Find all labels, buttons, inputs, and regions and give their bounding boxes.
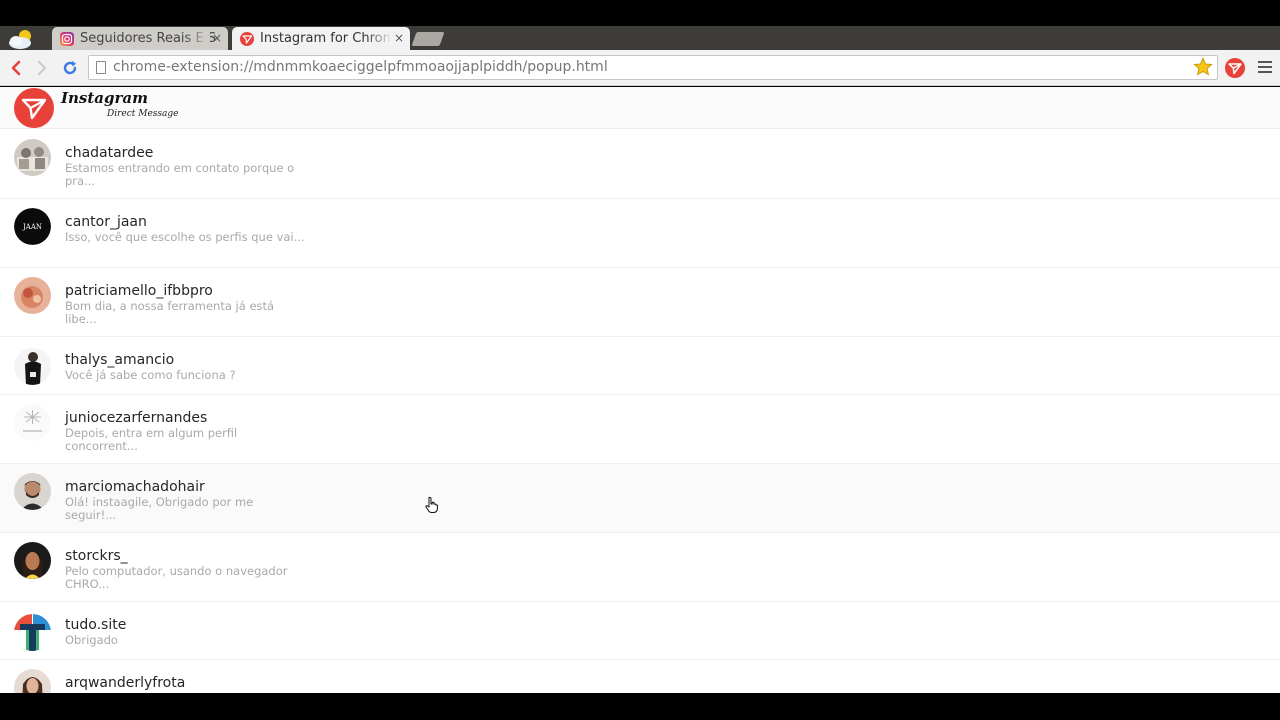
page-icon	[96, 61, 106, 74]
conversation-username: arqwanderlyfrota	[65, 675, 186, 691]
avatar	[14, 348, 51, 385]
extension-popup: Instagram Direct Message chadatardee Est…	[0, 87, 1280, 693]
conversation-item[interactable]: juniocezarfernandes Depois, entra em alg…	[0, 395, 1280, 464]
conversation-username: storckrs_	[65, 548, 128, 564]
back-icon[interactable]	[6, 58, 26, 78]
conversation-item[interactable]: storckrs_ Pelo computador, usando o nave…	[0, 533, 1280, 602]
avatar	[14, 542, 51, 579]
weather-icon[interactable]	[8, 28, 36, 50]
avatar: JAAN	[14, 208, 51, 245]
avatar	[14, 139, 51, 176]
close-icon[interactable]: ×	[212, 27, 222, 50]
conversation-item[interactable]: marciomachadohair Olá! instaagile, Obrig…	[0, 464, 1280, 533]
tab-instagram-for-chrome[interactable]: Instagram for Chron ×	[232, 27, 410, 50]
conversation-preview: Bom dia, a nossa ferramenta já está libe…	[65, 299, 275, 326]
conversation-item[interactable]: patriciamello_ifbbpro Bom dia, a nossa f…	[0, 268, 1280, 337]
hand-cursor-icon	[425, 496, 438, 513]
new-tab-button[interactable]	[411, 32, 445, 46]
conversation-preview: Isso, você que escolhe os perfis que vai…	[65, 230, 305, 244]
conversation-preview: Pelo computador, usando o navegador CHRO…	[65, 564, 288, 591]
brand-subtitle: Direct Message	[107, 109, 179, 119]
brand-title: Instagram	[61, 89, 148, 107]
avatar	[14, 669, 51, 693]
browser-toolbar: chrome-extension://mdnmmkoaeciggelpfmmoa…	[0, 50, 1280, 86]
conversation-username: tudo.site	[65, 617, 127, 633]
instagram-icon	[60, 32, 74, 46]
menu-icon[interactable]	[1258, 61, 1272, 74]
avatar	[14, 473, 51, 510]
conversation-item[interactable]: thalys_amancio Você já sabe como funcion…	[0, 337, 1280, 395]
conversation-username: patriciamello_ifbbpro	[65, 283, 213, 299]
avatar	[14, 277, 51, 314]
conversation-preview: Estamos entrando em contato porque o pra…	[65, 161, 295, 188]
conversation-item[interactable]: chadatardee Estamos entrando em contato …	[0, 130, 1280, 199]
conversation-item[interactable]: JAAN cantor_jaan Isso, você que escolhe …	[0, 199, 1280, 268]
conversation-username: marciomachadohair	[65, 479, 205, 495]
reload-icon[interactable]	[60, 58, 80, 78]
forward-icon[interactable]	[32, 58, 52, 78]
direct-message-logo-icon	[14, 88, 54, 128]
extension-icon[interactable]	[1224, 57, 1246, 79]
app-header: Instagram Direct Message	[0, 87, 1280, 129]
conversation-preview: Olá! instaagile, Obrigado por me seguir!…	[65, 495, 254, 522]
conversation-username: thalys_amancio	[65, 352, 175, 368]
avatar	[14, 614, 51, 651]
conversation-preview: Obrigado	[65, 633, 118, 647]
close-icon[interactable]: ×	[394, 27, 404, 50]
screen: Seguidores Reais E S × Instagram for Chr…	[0, 0, 1280, 720]
tab-strip: Seguidores Reais E S × Instagram for Chr…	[0, 26, 1280, 50]
conversation-preview: Depois, entra em algum perfil concorrent…	[65, 426, 238, 453]
conversation-username: juniocezarfernandes	[65, 410, 208, 426]
conversation-username: chadatardee	[65, 145, 154, 161]
direct-message-icon	[240, 32, 254, 46]
conversation-item[interactable]: tudo.site Obrigado	[0, 602, 1280, 660]
conversation-username: cantor_jaan	[65, 214, 147, 230]
star-icon[interactable]	[1193, 57, 1213, 77]
avatar-text: JAAN	[22, 223, 42, 231]
tab-seguidores[interactable]: Seguidores Reais E S ×	[52, 27, 228, 50]
address-bar[interactable]: chrome-extension://mdnmmkoaeciggelpfmmoa…	[88, 55, 1218, 80]
avatar	[14, 404, 51, 441]
conversation-item[interactable]: arqwanderlyfrota	[0, 660, 1280, 693]
conversation-preview: Você já sabe como funciona ?	[65, 368, 236, 382]
url-text[interactable]: chrome-extension://mdnmmkoaeciggelpfmmoa…	[113, 59, 608, 75]
